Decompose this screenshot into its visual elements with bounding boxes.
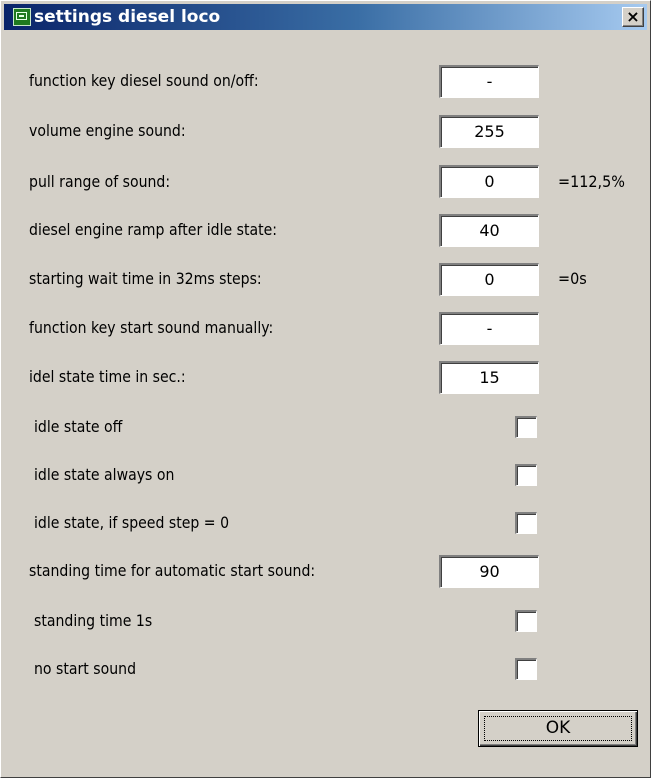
standing-time-field[interactable]: 90 — [439, 555, 539, 588]
close-button[interactable]: × — [622, 7, 644, 27]
pull-range-label: pull range of sound: — [29, 172, 171, 191]
standing-time-label: standing time for automatic start sound: — [29, 561, 316, 580]
starting-wait-time-field[interactable]: 0 — [439, 263, 539, 296]
ok-button[interactable]: OK — [478, 710, 638, 747]
function-key-start-sound-field[interactable]: - — [439, 312, 539, 345]
no-start-sound-label: no start sound — [34, 659, 137, 678]
no-start-sound-checkbox[interactable] — [515, 658, 537, 680]
diesel-ramp-field[interactable]: 40 — [439, 214, 539, 247]
starting-wait-time-label: starting wait time in 32ms steps: — [29, 269, 262, 288]
starting-wait-time-seconds: =0s — [558, 269, 587, 288]
function-key-diesel-sound-field[interactable]: - — [439, 65, 539, 98]
standing-time-1s-label: standing time 1s — [34, 611, 153, 630]
function-key-diesel-sound-label: function key diesel sound on/off: — [29, 71, 259, 90]
idle-state-speed-zero-label: idle state, if speed step = 0 — [34, 513, 230, 532]
idle-state-always-on-checkbox[interactable] — [515, 464, 537, 486]
idle-state-off-checkbox[interactable] — [515, 416, 537, 438]
idle-state-time-label: idel state time in sec.: — [29, 367, 186, 386]
function-key-start-sound-label: function key start sound manually: — [29, 318, 274, 337]
diesel-ramp-label: diesel engine ramp after idle state: — [29, 220, 278, 239]
idle-state-time-field[interactable]: 15 — [439, 361, 539, 394]
idle-state-always-on-label: idle state always on — [34, 465, 175, 484]
window-title: settings diesel loco — [34, 7, 221, 27]
standing-time-1s-checkbox[interactable] — [515, 610, 537, 632]
pull-range-field[interactable]: 0 — [439, 165, 539, 198]
idle-state-speed-zero-checkbox[interactable] — [515, 512, 537, 534]
title-bar[interactable]: settings diesel loco × — [4, 4, 647, 30]
idle-state-off-label: idle state off — [34, 417, 123, 436]
volume-engine-sound-field[interactable]: 255 — [439, 115, 539, 148]
pull-range-percent: =112,5% — [558, 172, 625, 191]
close-icon: × — [626, 7, 640, 26]
ok-button-label: OK — [545, 718, 571, 738]
app-icon — [13, 8, 31, 26]
settings-dialog: settings diesel loco × function key dies… — [0, 0, 651, 778]
volume-engine-sound-label: volume engine sound: — [29, 121, 186, 140]
